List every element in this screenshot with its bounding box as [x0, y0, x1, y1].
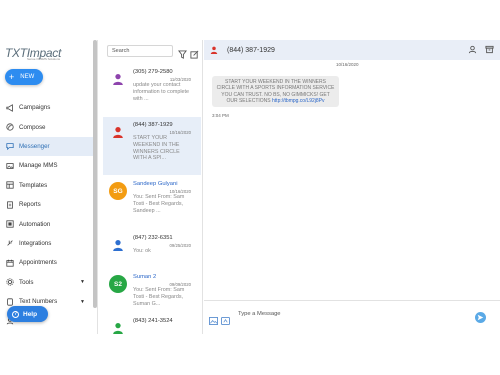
chat-title: (844) 387-1929	[227, 46, 275, 54]
sidebar: TXTImpact Sense Of SMS Solutions + NEW C…	[0, 40, 98, 334]
chevron-down-icon: ▼	[80, 298, 85, 305]
help-button[interactable]: ? Help	[7, 306, 48, 322]
app-window: TXTImpact Sense Of SMS Solutions + NEW C…	[0, 40, 500, 334]
conversation-preview: You: ok	[133, 248, 151, 254]
template-insert-icon[interactable]	[221, 312, 230, 325]
automation-icon	[6, 220, 14, 228]
sidebar-item-integrations[interactable]: Integrations	[0, 234, 97, 253]
filter-icon[interactable]	[178, 46, 187, 59]
conversation-name: Sandeep Gulyani	[133, 181, 178, 187]
conversation-item[interactable]: (843) 241-3524	[103, 313, 201, 334]
archive-icon[interactable]	[485, 45, 494, 54]
sidebar-item-manage-mms[interactable]: Manage MMS	[0, 156, 97, 175]
template-icon	[6, 181, 14, 189]
search-input[interactable]: Search	[107, 45, 173, 57]
sidebar-item-label: Integrations	[19, 239, 52, 247]
new-button-label: NEW	[20, 74, 35, 80]
question-icon: ?	[12, 310, 19, 318]
message-input[interactable]: Type a Message	[238, 311, 281, 317]
conversation-preview: You: Sent From: Sam Tosti - Best Regards…	[133, 194, 185, 214]
conversation-name: (305) 279-2580	[133, 69, 173, 75]
logo-tagline: Sense Of SMS Solutions	[27, 57, 61, 61]
conversation-name: (847) 232-6351	[133, 235, 173, 241]
sidebar-item-label: Campaigns	[19, 104, 51, 112]
sidebar-nav: Campaigns Compose Messenger Manage MMS T…	[0, 98, 97, 331]
message-time: 3:04 PM	[212, 113, 229, 118]
avatar	[109, 236, 127, 254]
message-composer: Type a Message	[204, 300, 500, 334]
sidebar-item-label: Manage MMS	[19, 162, 58, 170]
conversation-preview: START YOUR WEEKEND IN THE WINNERS CIRCLE…	[133, 135, 180, 162]
contact-avatar-icon	[210, 46, 218, 54]
report-icon	[6, 201, 14, 209]
sidebar-item-tools[interactable]: Tools ▼	[0, 273, 97, 292]
sidebar-item-label: Reports	[19, 201, 41, 209]
gear-icon	[6, 278, 14, 286]
conversation-name: Suman 2	[133, 274, 157, 280]
sidebar-item-reports[interactable]: Reports	[0, 195, 97, 214]
sidebar-item-templates[interactable]: Templates	[0, 176, 97, 195]
sidebar-item-label: Tools	[19, 278, 34, 286]
compose-icon	[6, 123, 14, 131]
conversation-item[interactable]: SG Sandeep Gulyani 10/16/2020 You: Sent …	[103, 176, 201, 234]
plus-icon: +	[9, 71, 15, 82]
attach-image-icon[interactable]	[209, 312, 218, 325]
chevron-down-icon: ▼	[80, 279, 85, 286]
message-bubble: START YOUR WEEKEND IN THE WINNERS CIRCLE…	[212, 76, 339, 108]
chat-pane: (844) 387-1929 10/16/2020 START YOUR WEE…	[204, 40, 500, 334]
conversation-preview: You: Sent From: Sam Tosti - Best Regards…	[133, 287, 185, 307]
sidebar-item-label: Automation	[19, 220, 51, 228]
conversation-item[interactable]: (305) 279-2580 11/03/2020 update your co…	[103, 64, 201, 122]
send-icon	[477, 314, 484, 321]
phone-icon	[6, 297, 14, 306]
sidebar-item-label: Compose	[19, 123, 46, 131]
image-icon	[6, 162, 14, 170]
conversation-item-selected[interactable]: (844) 387-1929 10/16/2020 START YOUR WEE…	[103, 117, 201, 175]
sidebar-item-messenger[interactable]: Messenger	[0, 136, 97, 157]
sidebar-item-automation[interactable]: Automation	[0, 214, 97, 233]
new-button[interactable]: + NEW	[5, 69, 43, 85]
conversation-preview: update your contact information to compl…	[133, 82, 190, 102]
conversation-list: Search (305) 279-2580 11/03/2020 update …	[103, 40, 302, 334]
sidebar-item-label: Templates	[19, 181, 48, 189]
sidebar-item-label: Text Numbers	[19, 298, 58, 306]
new-message-icon[interactable]	[190, 46, 199, 59]
megaphone-icon	[6, 103, 14, 112]
sidebar-item-label: Messenger	[19, 142, 50, 150]
help-button-label: Help	[23, 310, 38, 318]
sidebar-item-compose[interactable]: Compose	[0, 117, 97, 136]
contact-info-icon[interactable]	[468, 45, 477, 54]
chat-header: (844) 387-1929	[204, 40, 500, 60]
message-link[interactable]: http://tbmpg.co/L92j8Pv	[272, 98, 325, 104]
conversation-name: (844) 387-1929	[133, 122, 173, 128]
plug-icon	[6, 239, 14, 247]
avatar	[109, 319, 127, 334]
avatar	[109, 123, 127, 141]
conversation-name: (843) 241-3524	[133, 318, 173, 324]
sidebar-item-campaigns[interactable]: Campaigns	[0, 98, 97, 117]
sidebar-item-appointments[interactable]: Appointments	[0, 253, 97, 272]
message-date: 10/16/2020	[336, 62, 359, 67]
avatar	[109, 70, 127, 88]
sidebar-item-label: Appointments	[19, 259, 57, 267]
avatar: S2	[109, 275, 127, 293]
chat-icon	[6, 142, 14, 151]
avatar: SG	[109, 182, 127, 200]
logo: TXTImpact Sense Of SMS Solutions	[5, 44, 85, 61]
calendar-icon	[6, 259, 14, 267]
sidebar-scrollbar[interactable]	[93, 40, 97, 308]
send-button[interactable]	[475, 312, 486, 323]
